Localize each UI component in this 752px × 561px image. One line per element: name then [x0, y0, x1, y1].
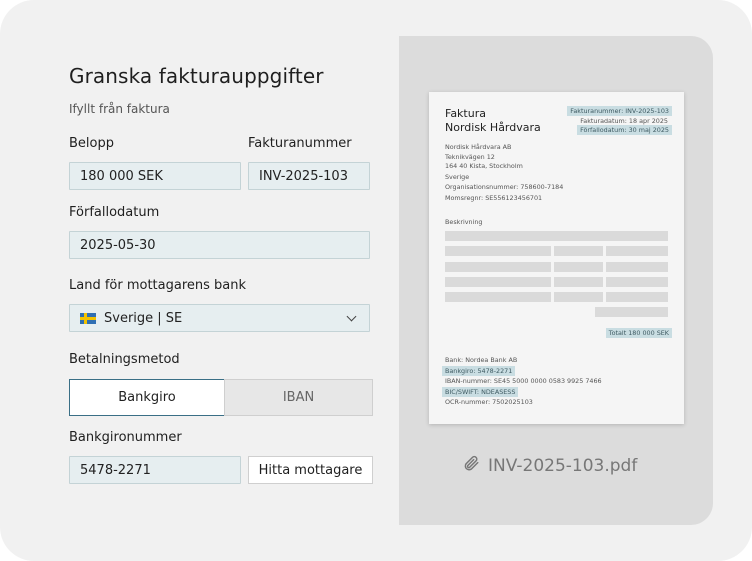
due-date-field[interactable]: 2025-05-30 — [69, 231, 370, 259]
bank-country-value: Sverige | SE — [104, 310, 183, 326]
table-cell — [554, 292, 603, 302]
table-cell — [445, 277, 551, 287]
table-cell — [554, 277, 603, 287]
find-recipient-button[interactable]: Hitta mottagare — [248, 456, 373, 484]
table-cell — [554, 246, 603, 256]
table-cell — [445, 246, 551, 256]
bank-line: Bank: Nordea Bank AB — [445, 356, 518, 364]
paperclip-icon — [462, 454, 480, 477]
bank-line-bankgiro: Bankgiro: 5478-2271 — [442, 366, 516, 376]
bank-line: OCR-nummer: 7502025103 — [445, 398, 533, 406]
table-cell — [606, 292, 668, 302]
table-cell — [445, 292, 551, 302]
table-subtotal-cell — [595, 307, 668, 317]
page-subtitle: Ifyllt från faktura — [69, 102, 170, 116]
amount-field[interactable]: 180 000 SEK — [69, 162, 241, 190]
due-date-value: 2025-05-30 — [80, 237, 156, 253]
bank-line: IBAN-nummer: SE45 5000 0000 0583 9925 74… — [445, 377, 602, 385]
bankgiro-label: Bankgironummer — [69, 430, 182, 445]
invoice-heading: Faktura — [445, 107, 486, 120]
invoice-meta-date: Fakturadatum: 18 apr 2025 — [580, 117, 668, 125]
description-label: Beskrivning — [445, 218, 483, 226]
table-header-row — [445, 231, 668, 241]
due-date-label: Förfallodatum — [69, 205, 160, 220]
review-card: Granska fakturauppgifter Ifyllt från fak… — [0, 0, 752, 561]
invoice-total: Totalt 180 000 SEK — [605, 328, 672, 338]
iban-tab-label: IBAN — [282, 390, 315, 405]
invoice-document: Faktura Nordisk Hårdvara Fakturanummer: … — [429, 92, 684, 424]
table-cell — [554, 262, 603, 272]
bankgiro-field[interactable]: 5478-2271 — [69, 456, 241, 484]
table-cell — [606, 262, 668, 272]
invoice-number-field[interactable]: INV-2025-103 — [248, 162, 370, 190]
bank-country-select[interactable]: Sverige | SE — [69, 304, 370, 332]
bank-line-bic: BIC/SWIFT: NDEASESS — [442, 387, 519, 397]
amount-value: 180 000 SEK — [80, 168, 163, 184]
attachment-filename: INV-2025-103.pdf — [488, 455, 638, 476]
payment-method-bankgiro-tab[interactable]: Bankgiro — [69, 379, 225, 416]
payment-method-label: Betalningsmetod — [69, 352, 180, 367]
amount-label: Belopp — [69, 136, 114, 151]
table-cell — [606, 277, 668, 287]
invoice-number-label: Fakturanummer — [248, 136, 352, 151]
invoice-company: Nordisk Hårdvara — [445, 121, 541, 134]
sender-line: Nordisk Hårdvara AB — [445, 143, 512, 151]
sender-line: Teknikvägen 12 — [445, 153, 495, 161]
sender-line: Sverige — [445, 173, 470, 181]
chevron-down-icon — [346, 311, 357, 321]
table-cell — [445, 262, 551, 272]
invoice-meta-due: Förfallodatum: 30 maj 2025 — [577, 125, 672, 135]
sweden-flag-icon — [80, 312, 96, 324]
sender-line: Organisationsnummer: 758600-7184 — [445, 183, 564, 191]
table-cell — [606, 246, 668, 256]
bank-country-label: Land för mottagarens bank — [69, 278, 247, 293]
payment-method-iban-tab[interactable]: IBAN — [224, 379, 373, 416]
sender-line: 164 40 Kista, Stockholm — [445, 162, 523, 170]
sender-line: Momsregnr: SE556123456701 — [445, 194, 543, 202]
invoice-meta-number: Fakturanummer: INV-2025-103 — [567, 106, 672, 116]
bankgiro-tab-label: Bankgiro — [118, 390, 176, 405]
invoice-number-value: INV-2025-103 — [259, 168, 348, 184]
bankgiro-value: 5478-2271 — [80, 462, 151, 478]
page-title: Granska fakturauppgifter — [69, 64, 324, 88]
attachment-link[interactable]: INV-2025-103.pdf — [462, 454, 637, 477]
